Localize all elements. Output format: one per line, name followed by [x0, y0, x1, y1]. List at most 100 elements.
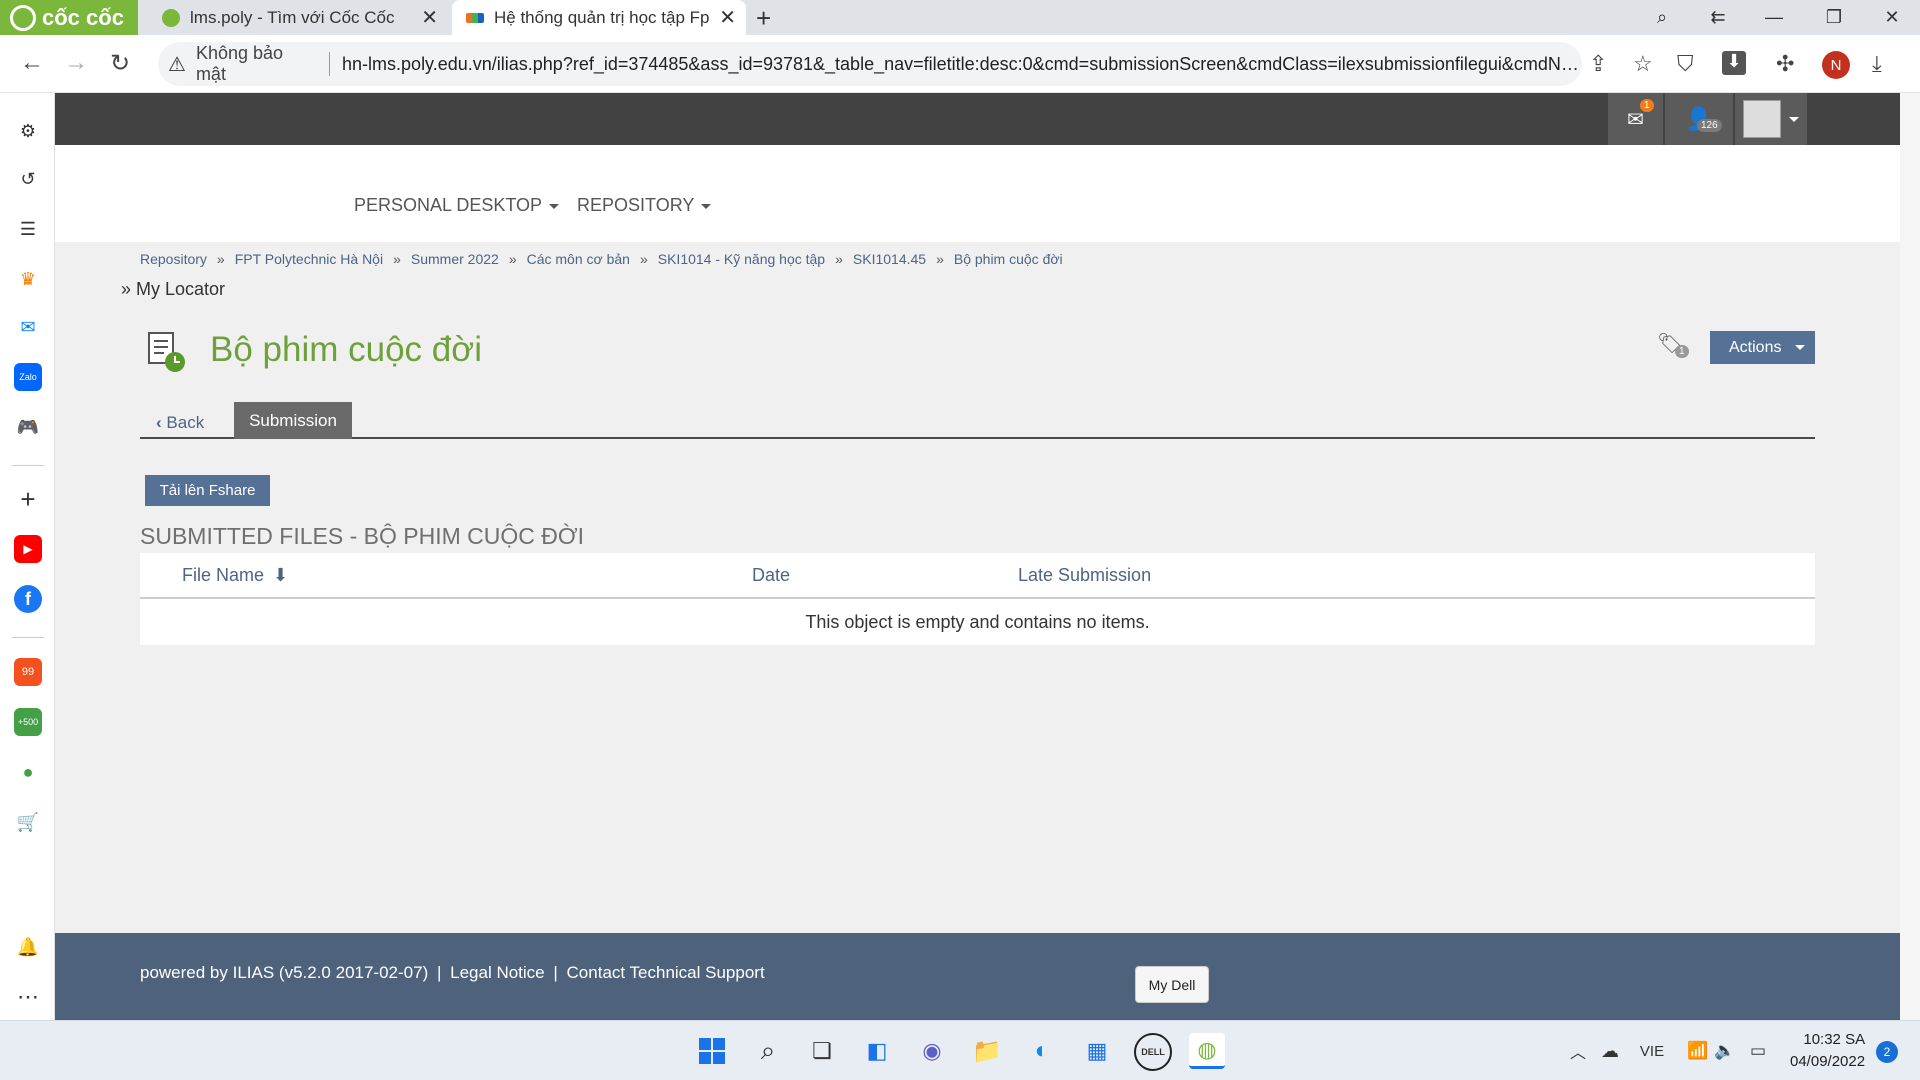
menu-personal-desktop[interactable]: PERSONAL DESKTOP	[354, 195, 560, 216]
breadcrumb-item[interactable]: Các môn cơ bản	[527, 251, 630, 267]
messenger-icon[interactable]: ✉	[14, 313, 42, 341]
breadcrumb-separator: »	[216, 251, 225, 267]
history-icon[interactable]: ↺	[14, 165, 42, 193]
page-scrollbar[interactable]	[1900, 93, 1920, 1020]
coccoc-extra-icon[interactable]: ●	[14, 758, 42, 786]
dell-icon[interactable]: DELL	[1134, 1033, 1172, 1071]
search-tabs-icon[interactable]: ⌕	[1634, 0, 1690, 35]
actions-dropdown-button[interactable]: Actions	[1710, 331, 1815, 364]
powered-by-text: powered by ILIAS (v5.2.0 2017-02-07)	[140, 963, 429, 982]
tags-button[interactable]: 🏷 1	[1655, 331, 1695, 361]
mail-badge: 1	[1640, 99, 1654, 112]
browser-tab-lms[interactable]: Hệ thống quản trị học tập Fp ✕	[452, 0, 746, 35]
column-header-file-name[interactable]: File Name ⬇	[182, 565, 288, 586]
empty-table-message: This object is empty and contains no ite…	[805, 611, 1150, 632]
close-tab-icon[interactable]: ✕	[421, 5, 438, 30]
task-view-icon[interactable]: ❏	[804, 1033, 840, 1069]
volume-icon[interactable]: 🔈	[1707, 1033, 1743, 1069]
online-users-button[interactable]: 👤 126	[1665, 93, 1733, 145]
tab-back-icon[interactable]: ⇇	[1690, 0, 1746, 35]
coccoc-logo-icon	[10, 4, 36, 31]
upload-fshare-button[interactable]: Tải lên Fshare	[145, 475, 270, 506]
clock-date: 04/09/2022	[1790, 1053, 1866, 1070]
chat-icon[interactable]: ◉	[914, 1033, 950, 1069]
mail-button[interactable]: ✉ 1	[1608, 93, 1663, 145]
breadcrumb-item[interactable]: Bộ phim cuộc đời	[954, 251, 1063, 267]
breadcrumb-item[interactable]: Repository	[140, 251, 207, 267]
reload-icon[interactable]: ↻	[110, 49, 130, 78]
submitted-files-table: File Name ⬇ Date Late Submission This ob…	[140, 553, 1815, 645]
cart-icon[interactable]: 🛒	[14, 808, 42, 836]
browser-toolbar: ← → ↻ ⚠ Không bảo mật hn-lms.poly.edu.vn…	[0, 35, 1920, 93]
store-icon[interactable]: ▦	[1079, 1033, 1115, 1069]
chevron-left-icon: ‹	[156, 413, 162, 432]
search-icon[interactable]: ⌕	[750, 1033, 786, 1069]
user-menu-button[interactable]	[1735, 93, 1807, 145]
tag-count-badge: 1	[1675, 345, 1689, 358]
bookmark-star-icon[interactable]: ☆	[1633, 51, 1653, 77]
facebook-icon[interactable]: f	[14, 585, 42, 613]
column-header-late-submission[interactable]: Late Submission	[1018, 565, 1151, 586]
breadcrumb-separator: »	[639, 251, 648, 267]
edge-icon[interactable]: ◐	[1024, 1033, 1060, 1069]
reading-list-icon[interactable]: ☰	[14, 215, 42, 243]
download-video-icon[interactable]: ⬇	[1722, 51, 1746, 75]
breadcrumb-item[interactable]: FPT Polytechnic Hà Nội	[235, 251, 383, 267]
warning-icon: ⚠	[168, 53, 186, 76]
language-indicator[interactable]: VIE	[1634, 1033, 1670, 1069]
footer-separator: |	[436, 963, 442, 982]
battery-icon[interactable]: ▭	[1740, 1033, 1776, 1069]
shield-icon[interactable]: ⛉	[1677, 51, 1694, 77]
browser-sidebar: ⚙ ↺ ☰ ♛ ✉ Zalo 🎮 + ▶ f 99 +500 ● 🛒 🔔 ⋯	[0, 93, 55, 1020]
legal-notice-link[interactable]: Legal Notice	[450, 963, 545, 982]
tab-submission[interactable]: Submission	[234, 402, 352, 439]
notification-bell-icon[interactable]: 🔔	[14, 933, 42, 961]
url-text[interactable]: hn-lms.poly.edu.vn/ilias.php?ref_id=3744…	[342, 54, 1582, 75]
minimize-button[interactable]: —	[1746, 0, 1802, 35]
breadcrumb-item[interactable]: SKI1014.45	[853, 251, 926, 267]
restore-button[interactable]: ❐	[1806, 0, 1862, 35]
breadcrumb-item[interactable]: Summer 2022	[411, 251, 499, 267]
profile-avatar[interactable]: N	[1822, 51, 1850, 79]
back-arrow-icon[interactable]: ←	[20, 49, 44, 77]
crown-icon[interactable]: ♛	[14, 265, 42, 293]
table-header: File Name ⬇ Date Late Submission	[140, 553, 1815, 599]
close-window-button[interactable]: ✕	[1864, 0, 1920, 35]
browser-tab-search[interactable]: lms.poly - Tìm với Cốc Cốc ✕	[148, 0, 448, 35]
chevron-up-icon[interactable]: ︿	[1560, 1033, 1596, 1069]
settings-gear-icon[interactable]: ⚙	[14, 117, 42, 145]
zalo-icon[interactable]: Zalo	[14, 363, 42, 391]
breadcrumb-separator: »	[936, 251, 944, 267]
coccoc-taskbar-icon[interactable]: ◍	[1189, 1033, 1225, 1069]
add-panel-icon[interactable]: +	[14, 484, 42, 514]
column-header-date[interactable]: Date	[752, 565, 790, 586]
extensions-icon[interactable]: ✣	[1776, 51, 1794, 77]
back-tab[interactable]: ‹ Back	[156, 413, 204, 433]
my-locator-link[interactable]: » My Locator	[121, 279, 225, 300]
rewards-icon[interactable]: +500	[14, 708, 42, 736]
close-tab-icon[interactable]: ✕	[719, 5, 736, 30]
gamepad-icon[interactable]: 🎮	[14, 413, 42, 441]
file-explorer-icon[interactable]: 📁	[969, 1033, 1005, 1069]
clock[interactable]: 10:32 SA 04/09/2022	[1790, 1029, 1865, 1073]
widgets-icon[interactable]: ◧	[859, 1033, 895, 1069]
address-bar[interactable]: ⚠ Không bảo mật hn-lms.poly.edu.vn/ilias…	[158, 42, 1582, 86]
menu-repository[interactable]: REPOSITORY	[577, 195, 712, 216]
footer-separator: |	[553, 963, 558, 982]
breadcrumb-item[interactable]: SKI1014 - Kỹ năng học tập	[658, 251, 825, 267]
notification-count-badge[interactable]: 2	[1876, 1041, 1898, 1063]
onedrive-cloud-icon[interactable]: ☁	[1592, 1033, 1628, 1069]
shopping-icon[interactable]: 99	[14, 658, 42, 686]
chevron-down-icon	[1795, 345, 1805, 350]
windows-start-icon[interactable]	[694, 1033, 730, 1069]
youtube-icon[interactable]: ▶	[14, 535, 42, 563]
downloads-icon[interactable]: ⤓	[1872, 51, 1882, 77]
share-icon[interactable]: ⇪	[1589, 51, 1607, 77]
browser-brand[interactable]: cốc cốc	[0, 0, 138, 35]
more-options-icon[interactable]: ⋯	[14, 983, 42, 1011]
new-tab-button[interactable]: +	[756, 3, 771, 34]
forward-arrow-icon[interactable]: →	[64, 49, 88, 77]
ilias-top-bar: ✉ 1 👤 126	[55, 93, 1900, 145]
browser-brand-label: cốc cốc	[42, 4, 124, 30]
contact-support-link[interactable]: Contact Technical Support	[567, 963, 765, 982]
